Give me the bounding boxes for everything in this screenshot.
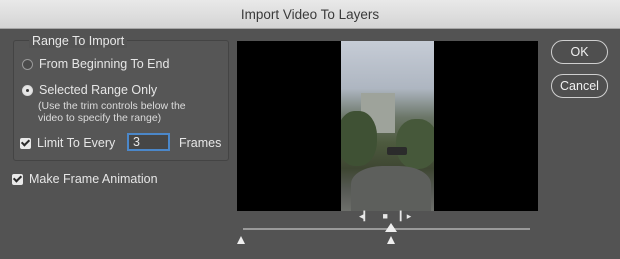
- radio-selected-range-control[interactable]: [22, 84, 33, 96]
- trim-hint-line-1: (Use the trim controls below the: [38, 100, 186, 112]
- trim-end-handle[interactable]: [387, 236, 395, 244]
- trim-hint-text: (Use the trim controls below the video t…: [38, 100, 186, 124]
- trim-hint-line-2: video to specify the range): [38, 112, 162, 124]
- limit-to-every-checkbox[interactable]: [20, 137, 31, 149]
- limit-to-every-checkbox-row[interactable]: Limit To Every: [20, 136, 115, 150]
- make-frame-animation-label: Make Frame Animation: [29, 172, 158, 186]
- dialog-title: Import Video To Layers: [240, 6, 380, 22]
- radio-from-beginning-control[interactable]: [22, 58, 33, 70]
- radio-from-beginning-label: From Beginning To End: [39, 57, 170, 71]
- import-video-dialog: Import Video To Layers Range To Import F…: [0, 0, 620, 259]
- radio-selected-range-label: Selected Range Only: [39, 83, 158, 97]
- playback-controls: ◂▎ ■ ▎▸: [359, 211, 411, 222]
- ok-button[interactable]: OK: [551, 40, 608, 64]
- radio-from-beginning[interactable]: From Beginning To End: [22, 57, 169, 71]
- title-bar: Import Video To Layers: [0, 0, 620, 29]
- radio-selected-range[interactable]: Selected Range Only: [22, 83, 157, 97]
- make-frame-animation-checkbox[interactable]: [12, 173, 23, 185]
- video-frame: [341, 41, 434, 211]
- next-frame-icon[interactable]: ▎▸: [400, 211, 411, 222]
- limit-to-every-label: Limit To Every: [37, 136, 116, 150]
- make-frame-animation-row[interactable]: Make Frame Animation: [12, 172, 158, 186]
- frames-label: Frames: [179, 136, 222, 150]
- frames-count-input[interactable]: [127, 133, 170, 151]
- playhead-handle[interactable]: [385, 223, 397, 232]
- trim-start-handle[interactable]: [237, 236, 245, 244]
- cancel-button[interactable]: Cancel: [551, 74, 608, 98]
- video-preview: [237, 41, 538, 211]
- range-group-legend: Range To Import: [29, 34, 128, 48]
- stop-icon[interactable]: ■: [382, 211, 387, 222]
- previous-frame-icon[interactable]: ◂▎: [359, 211, 370, 222]
